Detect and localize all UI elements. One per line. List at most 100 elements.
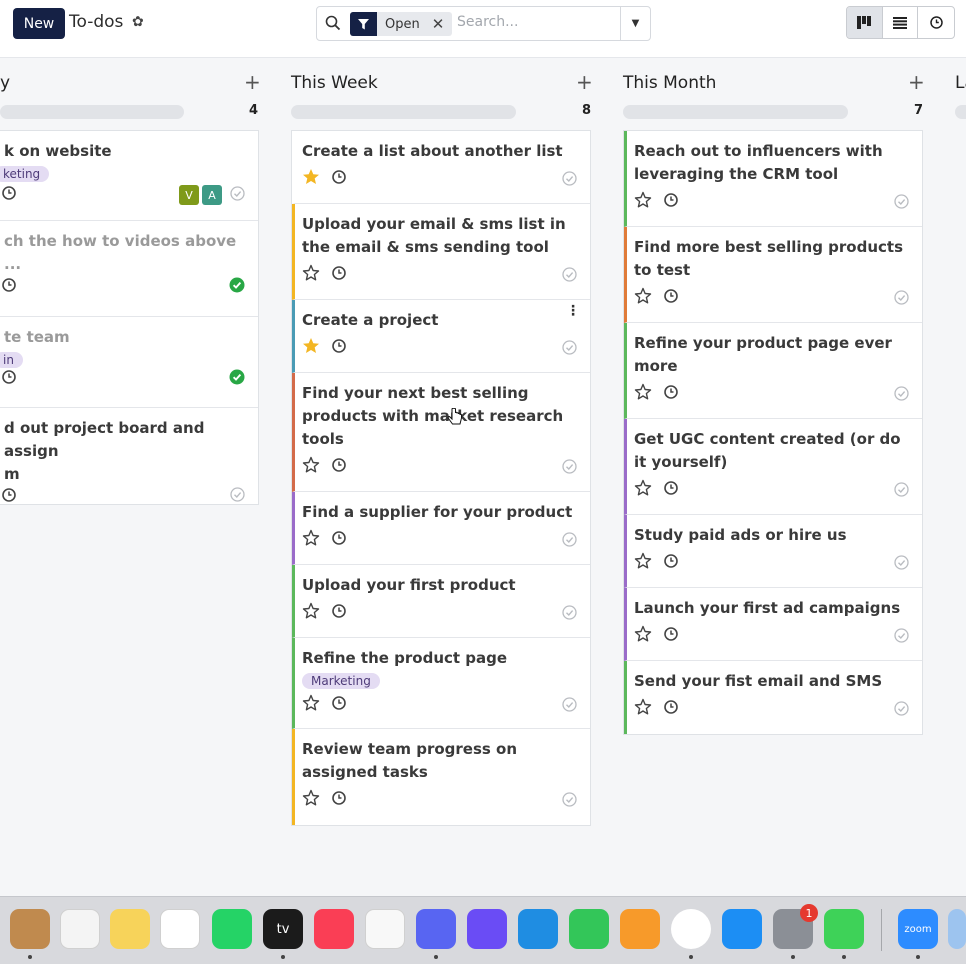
clock-icon[interactable] (332, 266, 346, 280)
column-progressbar[interactable] (0, 105, 184, 119)
star-icon[interactable] (302, 789, 320, 807)
star-icon[interactable] (302, 264, 320, 282)
kanban-card[interactable]: Upload your email & sms list in the emai… (292, 204, 590, 300)
check-circle-icon[interactable] (894, 386, 909, 401)
clock-icon[interactable] (664, 193, 678, 207)
star-icon[interactable] (634, 479, 652, 497)
card-tag[interactable]: Marketing (302, 673, 380, 689)
avatar[interactable]: A (202, 185, 222, 205)
clock-icon[interactable] (332, 458, 346, 472)
clock-icon[interactable] (664, 481, 678, 495)
clock-icon[interactable] (2, 370, 16, 384)
kanban-card[interactable]: Study paid ads or hire us (624, 515, 922, 588)
search-bar[interactable]: Open ✕ ▼ (316, 6, 651, 41)
check-circle-icon[interactable] (562, 340, 577, 355)
kanban-card[interactable]: te team in (0, 317, 258, 408)
star-filled-icon[interactable] (302, 337, 320, 355)
messages-icon[interactable] (824, 909, 864, 949)
filter-facet[interactable]: Open ✕ (350, 12, 452, 36)
gear-icon[interactable]: ✿ (132, 14, 144, 30)
kanban-card[interactable]: Get UGC content created (or do it yourse… (624, 419, 922, 515)
clock-icon[interactable] (664, 700, 678, 714)
star-icon[interactable] (302, 529, 320, 547)
star-icon[interactable] (634, 383, 652, 401)
zoom-icon[interactable]: zoom (898, 909, 938, 949)
add-card-icon[interactable]: + (576, 70, 593, 94)
check-circle-icon[interactable] (562, 459, 577, 474)
kanban-view-button[interactable] (847, 7, 883, 38)
finder-icon[interactable] (948, 909, 966, 949)
kanban-card[interactable]: Review team progress on assigned tasks (292, 729, 590, 825)
clock-icon[interactable] (332, 604, 346, 618)
notes-icon[interactable] (110, 909, 150, 949)
reminders-icon[interactable] (60, 909, 100, 949)
activity-view-button[interactable] (918, 7, 954, 38)
close-icon[interactable]: ✕ (432, 15, 445, 33)
clock-icon[interactable] (2, 278, 16, 292)
star-icon[interactable] (634, 698, 652, 716)
check-circle-icon[interactable] (894, 290, 909, 305)
star-icon[interactable] (634, 191, 652, 209)
check-circle-icon[interactable] (562, 605, 577, 620)
add-card-icon[interactable]: + (244, 70, 261, 94)
apple-tv-icon[interactable]: tv (263, 909, 303, 949)
perplexity-icon[interactable] (467, 909, 507, 949)
check-circle-icon[interactable] (894, 194, 909, 209)
card-tag[interactable]: in (0, 352, 23, 368)
keynote-icon[interactable] (518, 909, 558, 949)
kanban-card[interactable]: Find a supplier for your product (292, 492, 590, 565)
clock-icon[interactable] (2, 186, 16, 200)
kanban-card[interactable]: Reach out to influencers with leveraging… (624, 131, 922, 227)
star-icon[interactable] (634, 552, 652, 570)
check-circle-icon[interactable] (894, 482, 909, 497)
add-card-icon[interactable]: + (908, 70, 925, 94)
search-input[interactable] (457, 14, 617, 30)
check-circle-icon[interactable] (230, 487, 245, 502)
check-done-icon[interactable] (229, 277, 245, 293)
kanban-card[interactable]: ch the how to videos above ... (0, 221, 258, 317)
check-circle-icon[interactable] (562, 267, 577, 282)
check-circle-icon[interactable] (894, 555, 909, 570)
news-icon[interactable] (365, 909, 405, 949)
whatsapp-icon[interactable] (212, 909, 252, 949)
card-menu-icon[interactable]: ⋮ (566, 304, 580, 318)
clock-icon[interactable] (332, 531, 346, 545)
check-circle-icon[interactable] (562, 697, 577, 712)
clock-icon[interactable] (332, 696, 346, 710)
check-done-icon[interactable] (229, 369, 245, 385)
column-progressbar[interactable] (955, 105, 966, 119)
clock-icon[interactable] (664, 554, 678, 568)
check-circle-icon[interactable] (894, 628, 909, 643)
chrome-icon[interactable] (671, 909, 711, 949)
column-progressbar[interactable] (623, 105, 848, 119)
kanban-card[interactable]: Create a project ⋮ (292, 300, 590, 373)
star-icon[interactable] (302, 456, 320, 474)
star-filled-icon[interactable] (302, 168, 320, 186)
kanban-card[interactable]: Find your next best selling products wit… (292, 373, 590, 492)
star-icon[interactable] (634, 625, 652, 643)
column-progressbar[interactable] (291, 105, 516, 119)
star-icon[interactable] (302, 694, 320, 712)
kanban-card[interactable]: k on website keting V A (0, 131, 258, 221)
pages-icon[interactable] (620, 909, 660, 949)
clock-icon[interactable] (664, 385, 678, 399)
clock-icon[interactable] (664, 627, 678, 641)
kanban-card[interactable]: Refine the product page Marketing (292, 638, 590, 729)
clock-icon[interactable] (664, 289, 678, 303)
check-circle-icon[interactable] (562, 532, 577, 547)
clock-icon[interactable] (2, 488, 16, 502)
kanban-card[interactable]: Send your fist email and SMS (624, 661, 922, 734)
chevron-down-icon[interactable]: ▼ (620, 7, 650, 40)
app-store-icon[interactable] (722, 909, 762, 949)
check-circle-icon[interactable] (230, 186, 245, 201)
kanban-card[interactable]: Upload your first product (292, 565, 590, 638)
kanban-card[interactable]: Launch your first ad campaigns (624, 588, 922, 661)
avatar[interactable]: V (179, 185, 199, 205)
discord-icon[interactable] (416, 909, 456, 949)
freeform-icon[interactable] (160, 909, 200, 949)
check-circle-icon[interactable] (562, 171, 577, 186)
clock-icon[interactable] (332, 791, 346, 805)
star-icon[interactable] (302, 602, 320, 620)
new-button[interactable]: New (13, 8, 65, 39)
contacts-icon[interactable] (10, 909, 50, 949)
